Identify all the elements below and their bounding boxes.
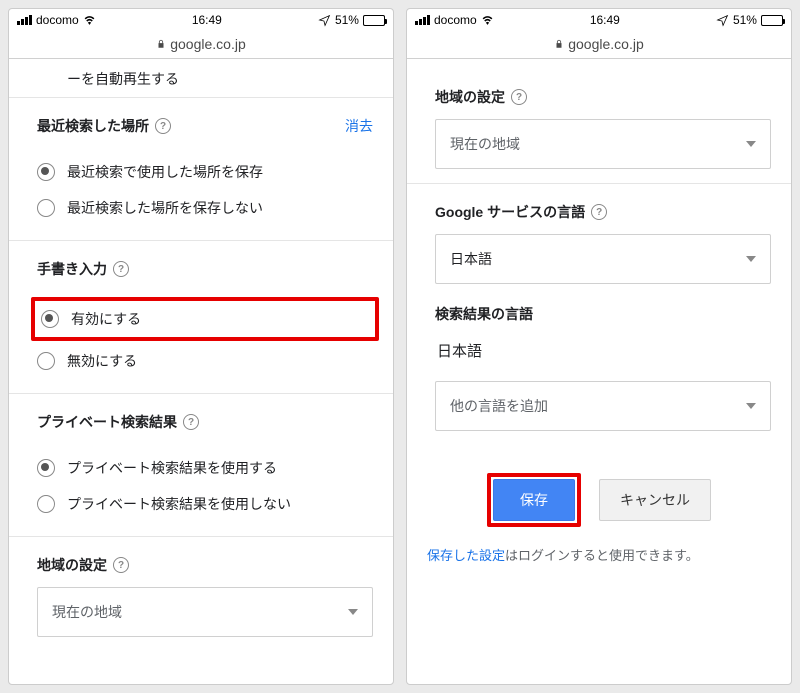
status-bar: docomo 16:49 51% [9,9,393,29]
help-icon[interactable]: ? [511,89,527,105]
autoplay-fragment: ーを自動再生する [9,59,393,97]
save-button[interactable]: 保存 [493,479,575,521]
lock-icon [156,38,166,50]
recent-nosave-label: 最近検索した場所を保存しない [67,198,263,218]
recent-places-title: 最近検索した場所 [37,116,149,136]
signal-icon [17,15,32,25]
region-section: 地域の設定 ? 現在の地域 [9,536,393,641]
status-bar: docomo 16:49 51% [407,9,791,29]
handwriting-disable-radio[interactable]: 無効にする [37,343,373,379]
url-bar[interactable]: google.co.jp [407,29,791,59]
location-icon [716,14,729,27]
handwriting-enable-label: 有効にする [71,309,141,329]
help-icon[interactable]: ? [113,261,129,277]
handwriting-title: 手書き入力 [37,259,107,279]
radio-icon [37,495,55,513]
help-icon[interactable]: ? [113,557,129,573]
location-icon [318,14,331,27]
region-title: 地域の設定 [435,87,505,107]
battery-icon [363,15,385,26]
result-language-title: 検索結果の言語 [435,304,533,324]
handwriting-section: 手書き入力 ? 有効にする 無効にする [9,240,393,393]
private-nouse-radio[interactable]: プライベート検索結果を使用しない [37,486,373,522]
clock: 16:49 [192,13,222,27]
url-text: google.co.jp [568,36,644,52]
help-icon[interactable]: ? [591,204,607,220]
region-select[interactable]: 現在の地域 [37,587,373,637]
signal-icon [415,15,430,25]
footnote: 保存した設定はログインすると使用できます。 [407,539,791,564]
footnote-text: はログインすると使用できます。 [505,548,699,563]
service-language-section: Google サービスの言語 ? 日本語 [407,183,791,298]
help-icon[interactable]: ? [183,414,199,430]
private-results-section: プライベート検索結果 ? プライベート検索結果を使用する プライベート検索結果を… [9,393,393,536]
handwriting-disable-label: 無効にする [67,351,137,371]
region-value: 現在の地域 [450,134,520,154]
highlight-enable: 有効にする [31,297,379,341]
help-icon[interactable]: ? [155,118,171,134]
chevron-down-icon [746,403,756,409]
saved-settings-link[interactable]: 保存した設定 [427,548,505,563]
button-row: 保存 キャンセル [407,445,791,539]
carrier-label: docomo [36,13,79,27]
settings-content-left: ーを自動再生する 最近検索した場所 ? 消去 最近検索で使用した場所を保存 最近… [9,59,393,684]
result-language-section: 検索結果の言語 日本語 他の言語を追加 [407,298,791,445]
recent-save-radio[interactable]: 最近検索で使用した場所を保存 [37,154,373,190]
radio-icon [37,199,55,217]
radio-icon [41,310,59,328]
settings-content-right: 地域の設定 ? 現在の地域 Google サービスの言語 ? 日本語 [407,59,791,684]
region-title: 地域の設定 [37,555,107,575]
battery-pct: 51% [733,13,757,27]
recent-places-section: 最近検索した場所 ? 消去 最近検索で使用した場所を保存 最近検索した場所を保存… [9,97,393,240]
recent-save-label: 最近検索で使用した場所を保存 [67,162,263,182]
chevron-down-icon [348,609,358,615]
add-language-select[interactable]: 他の言語を追加 [435,381,771,431]
handwriting-enable-radio[interactable]: 有効にする [41,305,369,333]
lock-icon [554,38,564,50]
phone-right: docomo 16:49 51% google.co.jp 地域の設定 ? 現在… [406,8,792,685]
radio-icon [37,459,55,477]
phone-left: docomo 16:49 51% google.co.jp ーを自動再生する 最… [8,8,394,685]
clock: 16:49 [590,13,620,27]
region-section: 地域の設定 ? 現在の地域 [407,69,791,183]
url-text: google.co.jp [170,36,246,52]
chevron-down-icon [746,141,756,147]
cancel-button[interactable]: キャンセル [599,479,711,521]
private-use-radio[interactable]: プライベート検索結果を使用する [37,450,373,486]
service-language-title: Google サービスの言語 [435,202,585,222]
wifi-icon [481,14,494,27]
add-language-label: 他の言語を追加 [450,396,548,416]
url-bar[interactable]: google.co.jp [9,29,393,59]
service-language-select[interactable]: 日本語 [435,234,771,284]
result-language-value: 日本語 [435,336,771,377]
private-nouse-label: プライベート検索結果を使用しない [67,494,291,514]
region-select[interactable]: 現在の地域 [435,119,771,169]
service-language-value: 日本語 [450,249,492,269]
radio-icon [37,352,55,370]
highlight-save: 保存 [487,473,581,527]
chevron-down-icon [746,256,756,262]
private-use-label: プライベート検索結果を使用する [67,458,277,478]
wifi-icon [83,14,96,27]
region-value: 現在の地域 [52,602,122,622]
radio-icon [37,163,55,181]
battery-icon [761,15,783,26]
carrier-label: docomo [434,13,477,27]
recent-nosave-radio[interactable]: 最近検索した場所を保存しない [37,190,373,226]
clear-link[interactable]: 消去 [345,116,373,136]
private-results-title: プライベート検索結果 [37,412,177,432]
battery-pct: 51% [335,13,359,27]
